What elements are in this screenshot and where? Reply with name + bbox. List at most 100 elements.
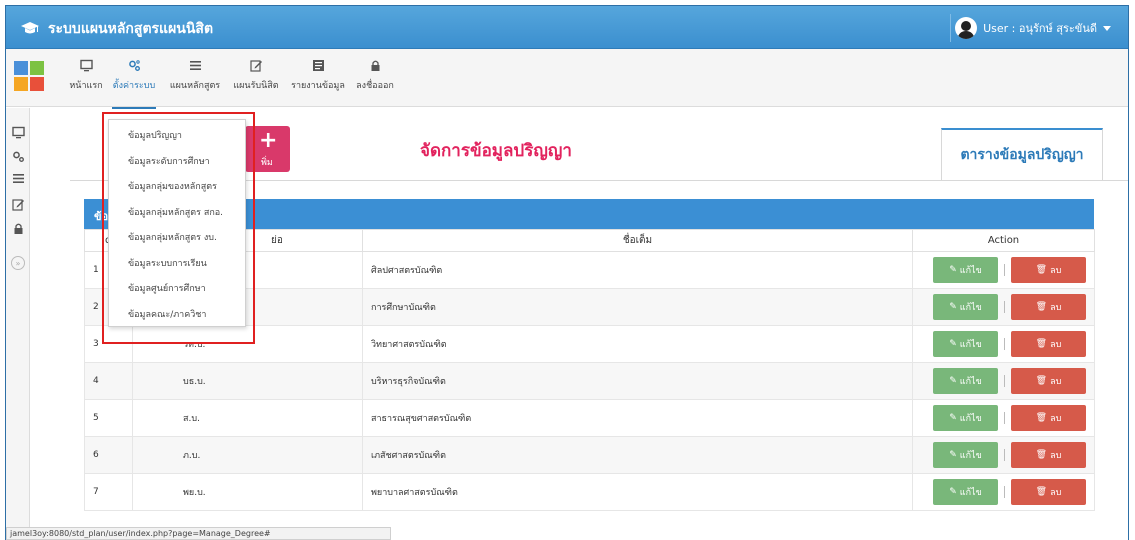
user-menu[interactable]: User : อนุรักษ์ สุระขันดี [950,14,1119,42]
toolbar: หน้าแรก ตั้งค่าระบบ แผนหลักสูตร แผนรับนิ… [6,49,1128,109]
trash-icon: 🗑 [1035,339,1048,349]
sidebar-lock-icon[interactable] [12,220,25,234]
edit-button[interactable]: ✎ แก้ไข [933,405,998,431]
edit-button[interactable]: ✎ แก้ไข [933,442,998,468]
trash-icon: 🗑 [1035,265,1048,275]
sidebar-gears-icon[interactable] [12,148,25,162]
delete-button-label: ลบ [1050,377,1062,387]
edit-icon: ✎ [949,376,957,386]
edit-button-label: แก้ไข [959,340,982,350]
tab-degree-table[interactable]: ตารางข้อมูลปริญญา [941,128,1103,180]
toolbar-curriculum-label: แผนหลักสูตร [169,81,221,91]
cell-full: วิทยาศาสตรบัณฑิต [362,325,913,363]
graduation-cap-icon [21,22,39,34]
plus-icon: + [259,128,278,153]
monitor-icon [79,59,93,72]
edit-button[interactable]: ✎ แก้ไข [933,368,998,394]
cell-full: เภสัชศาสตรบัณฑิต [362,436,913,474]
toolbar-report-label: รายงานข้อมูล [291,81,345,91]
cell-full: สาธารณสุขศาสตรบัณฑิต [362,399,913,437]
cell-abbr: ภ.บ. [132,436,363,474]
cell-no: 5 [84,399,133,437]
table-row: 5 ส.บ. สาธารณสุขศาสตรบัณฑิต ✎ แก้ไข 🗑 ลบ [84,399,1095,437]
col-header-full[interactable]: ชื่อเต็ม [362,229,913,252]
toolbar-logout[interactable]: ลงชื่อออก [354,55,396,103]
delete-button-label: ลบ [1050,488,1062,498]
lock-icon [371,60,379,71]
toolbar-home[interactable]: หน้าแรก [68,55,104,103]
trash-icon: 🗑 [1035,302,1048,312]
left-sidebar: » [6,108,30,540]
action-separator [1004,449,1005,461]
delete-button-label: ลบ [1050,303,1062,313]
edit-button-label: แก้ไข [959,414,982,424]
edit-button[interactable]: ✎ แก้ไข [933,257,998,283]
sidebar-monitor-icon[interactable] [12,124,25,139]
trash-icon: 🗑 [1035,450,1048,460]
cell-full: พยาบาลศาสตรบัณฑิต [362,473,913,511]
delete-button[interactable]: 🗑 ลบ [1011,405,1086,431]
toolbar-settings-label: ตั้งค่าระบบ [112,81,156,91]
toolbar-settings[interactable]: ตั้งค่าระบบ [112,55,156,109]
edit-button-label: แก้ไข [959,377,982,387]
action-separator [1004,301,1005,313]
edit-button-label: แก้ไข [959,488,982,498]
user-avatar-icon [955,17,978,39]
trash-icon: 🗑 [1035,376,1048,386]
cell-full: ศิลปศาสตรบัณฑิต [362,251,913,289]
toolbar-curriculum[interactable]: แผนหลักสูตร [168,55,222,103]
cell-action: ✎ แก้ไข 🗑 ลบ [912,362,1095,400]
edit-icon: ✎ [949,450,957,460]
cell-action: ✎ แก้ไข 🗑 ลบ [912,436,1095,474]
edit-button-label: แก้ไข [959,303,982,313]
list-icon [189,61,201,70]
delete-button[interactable]: 🗑 ลบ [1011,442,1086,468]
edit-icon: ✎ [949,302,957,312]
delete-button-label: ลบ [1050,451,1062,461]
edit-icon: ✎ [949,265,957,275]
edit-button[interactable]: ✎ แก้ไข [933,479,998,505]
toolbar-admission[interactable]: แผนรับนิสิต [232,55,280,103]
delete-button[interactable]: 🗑 ลบ [1011,479,1086,505]
trash-icon: 🗑 [1035,413,1048,423]
edit-button[interactable]: ✎ แก้ไข [933,294,998,320]
edit-icon: ✎ [949,413,957,423]
sidebar-list-icon[interactable] [12,170,25,183]
sidebar-edit-icon[interactable] [12,196,25,211]
action-separator [1004,412,1005,424]
edit-icon: ✎ [949,487,957,497]
cell-action: ✎ แก้ไข 🗑 ลบ [912,288,1095,326]
cell-action: ✎ แก้ไข 🗑 ลบ [912,325,1095,363]
delete-button-label: ลบ [1050,414,1062,424]
cell-abbr: ส.บ. [132,399,363,437]
edit-button-label: แก้ไข [959,266,982,276]
delete-button[interactable]: 🗑 ลบ [1011,294,1086,320]
toolbar-admission-label: แผนรับนิสิต [233,81,279,91]
delete-button-label: ลบ [1050,340,1062,350]
edit-button[interactable]: ✎ แก้ไข [933,331,998,357]
cell-action: ✎ แก้ไข 🗑 ลบ [912,251,1095,289]
chevron-down-icon [1103,25,1111,31]
edit-icon [249,60,262,72]
cell-abbr: บธ.บ. [132,362,363,400]
delete-button[interactable]: 🗑 ลบ [1011,331,1086,357]
edit-icon: ✎ [949,339,957,349]
action-separator [1004,486,1005,498]
delete-button[interactable]: 🗑 ลบ [1011,368,1086,394]
user-label: User : อนุรักษ์ สุระขันดี [983,22,1097,35]
app-brand[interactable]: ระบบแผนหลักสูตรแผนนิสิต [20,18,213,40]
app-title: ระบบแผนหลักสูตรแผนนิสิต [48,21,214,37]
toolbar-report[interactable]: รายงานข้อมูล [290,55,346,103]
app-window: ระบบแผนหลักสูตรแผนนิสิต User : อนุรักษ์ … [5,5,1129,540]
delete-button[interactable]: 🗑 ลบ [1011,257,1086,283]
cell-full: การศึกษาบัณฑิต [362,288,913,326]
top-bar: ระบบแผนหลักสูตรแผนนิสิต User : อนุรักษ์ … [6,6,1128,49]
table-row: 4 บธ.บ. บริหารธุรกิจบัณฑิต ✎ แก้ไข 🗑 ลบ [84,362,1095,400]
gears-icon [128,60,140,71]
delete-button-label: ลบ [1050,266,1062,276]
status-bar-url: jamel3oy:8080/std_plan/user/index.php?pa… [6,527,391,540]
sidebar-collapse-icon[interactable]: » [11,256,25,270]
cell-action: ✎ แก้ไข 🗑 ลบ [912,399,1095,437]
action-separator [1004,264,1005,276]
apps-grid-icon[interactable] [14,61,44,91]
